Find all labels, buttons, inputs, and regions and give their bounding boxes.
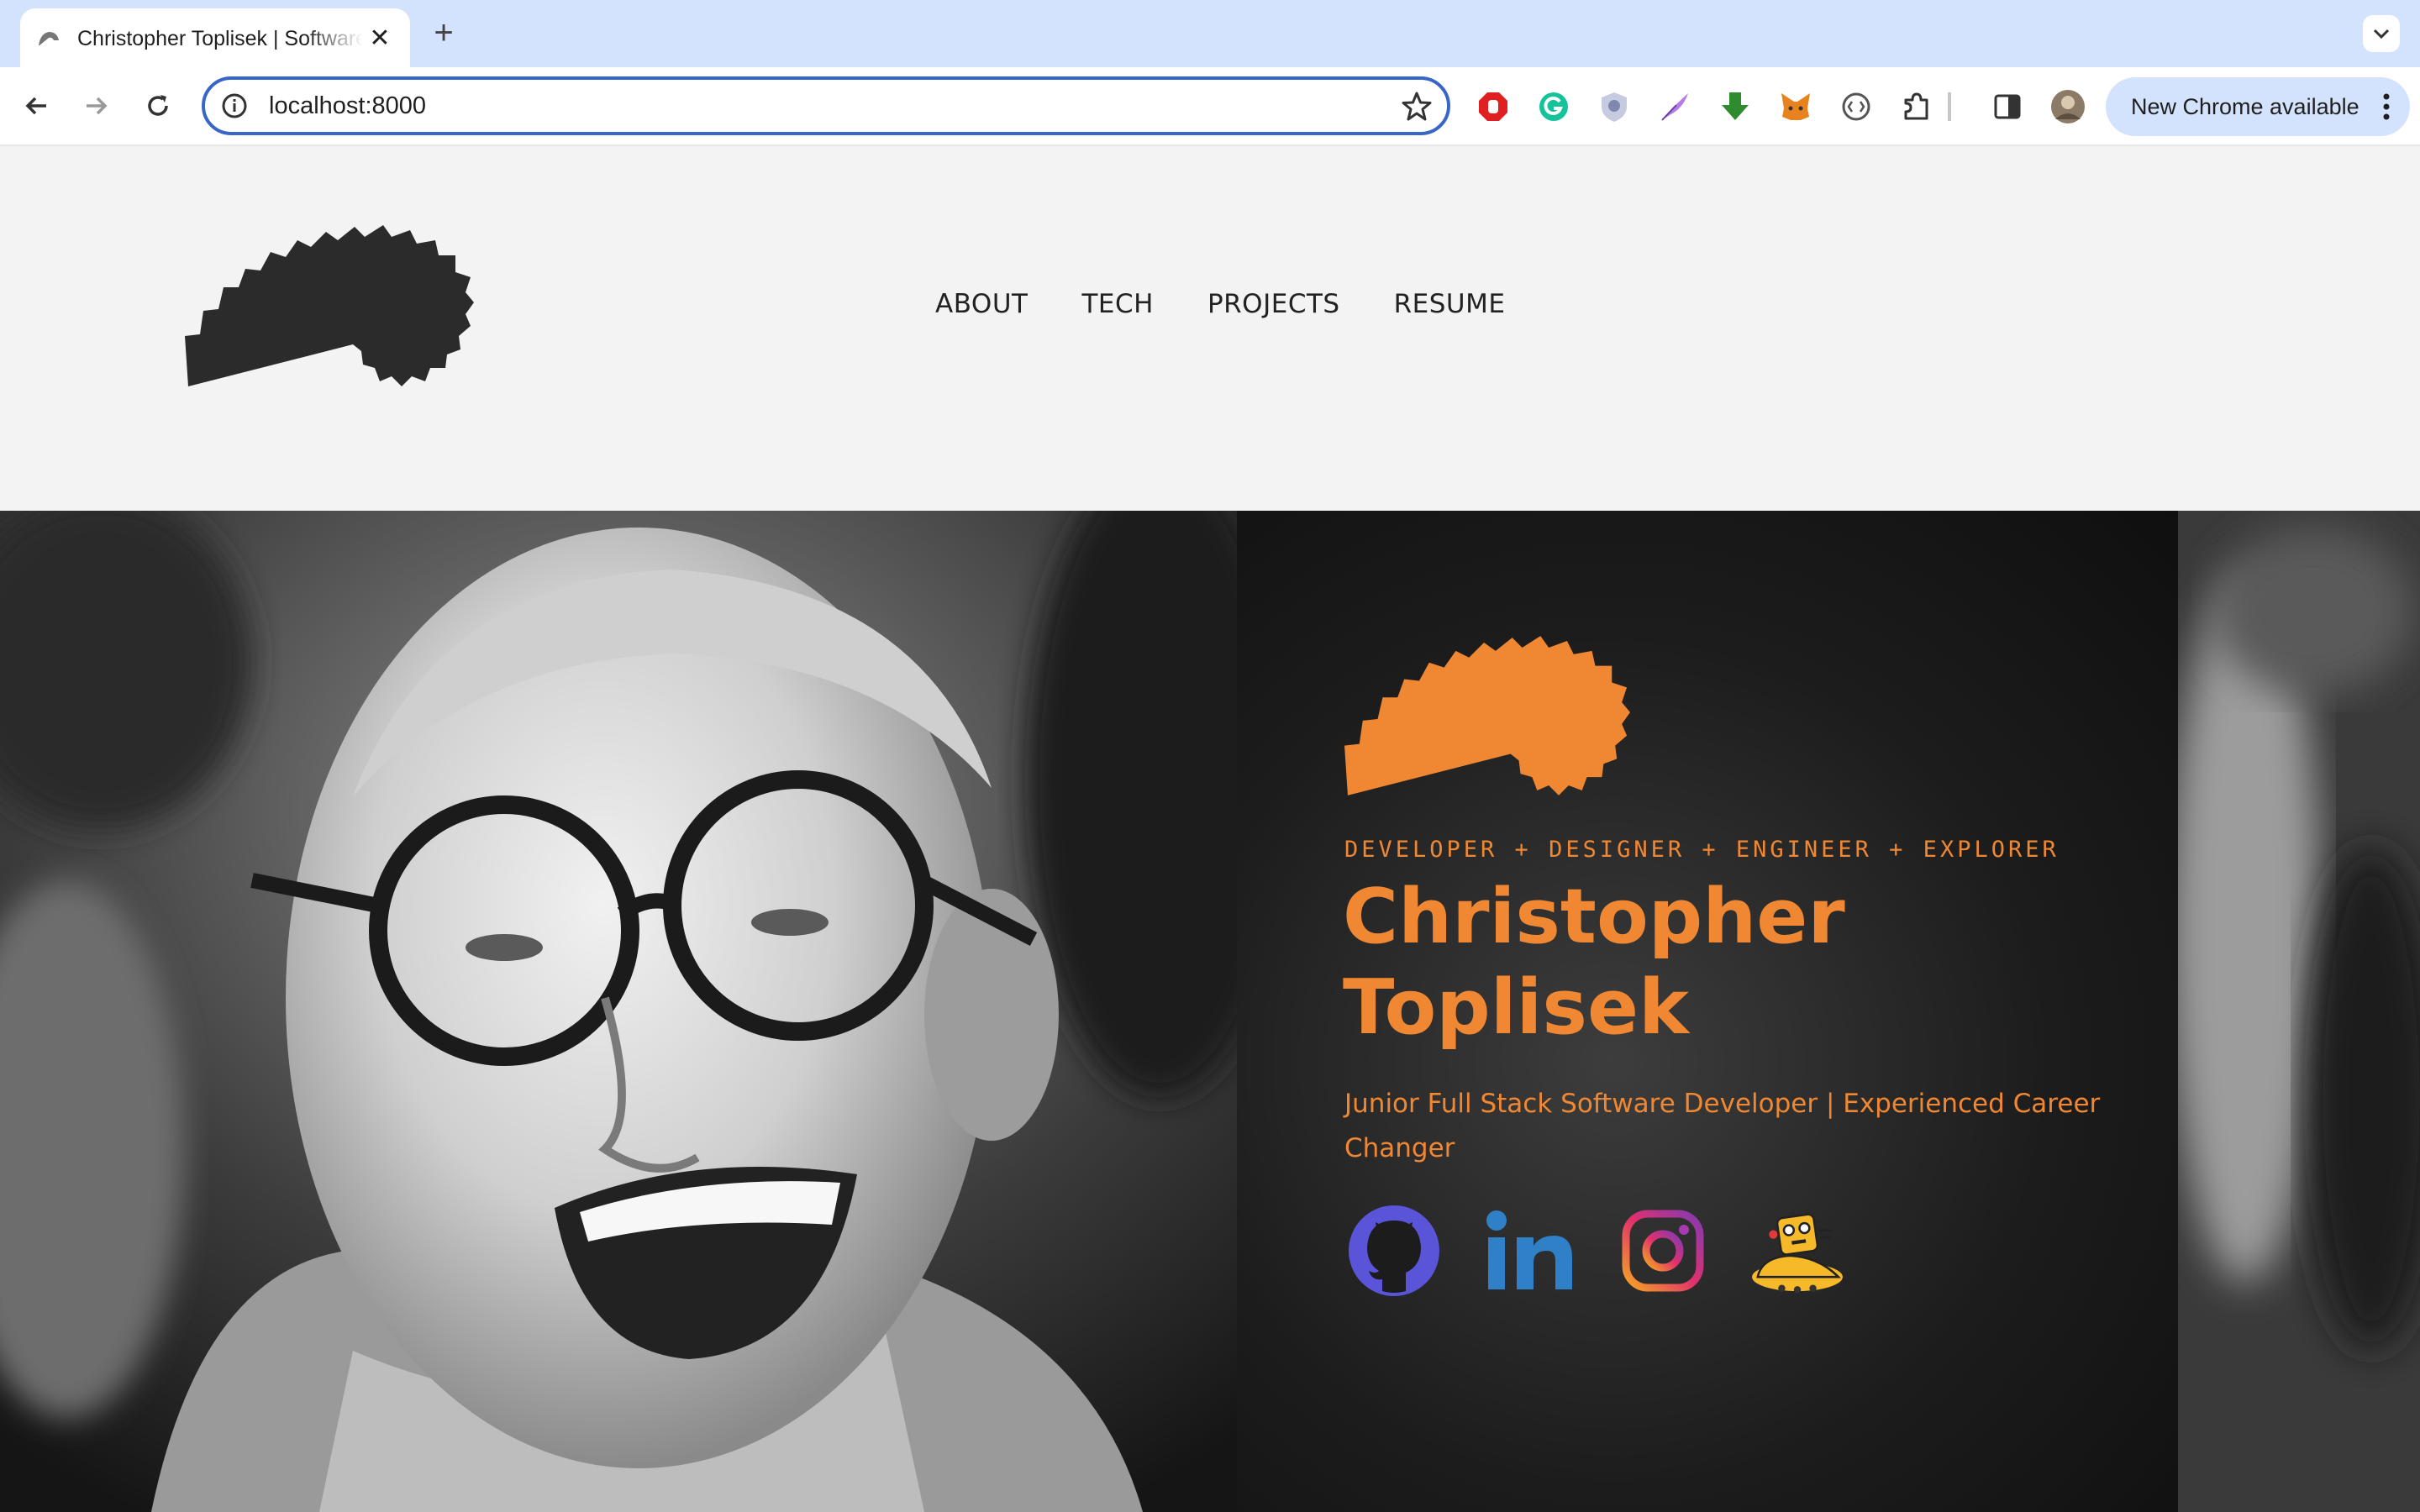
main-nav: ABOUT TECH PROJECTS RESUME <box>935 289 1505 319</box>
tab-close-icon[interactable]: ✕ <box>366 25 393 52</box>
extensions-puzzle-icon[interactable] <box>1897 87 1936 126</box>
side-panel-icon[interactable] <box>1988 87 2027 126</box>
hero-first-name: Christopher <box>1343 873 1845 961</box>
privacy-badger-icon[interactable] <box>1595 87 1634 126</box>
web-page: ABOUT TECH PROJECTS RESUME DEVELOPER + D… <box>0 146 2420 1512</box>
portrait-photo-blurred-edge <box>2178 511 2420 1512</box>
site-logo-nautilus-icon[interactable] <box>185 210 474 400</box>
linkedin-icon[interactable] <box>1479 1201 1578 1300</box>
new-tab-button[interactable]: + <box>427 16 460 50</box>
tab-search-icon[interactable] <box>2363 15 2400 52</box>
hero-logo-nautilus-icon <box>1344 636 1630 795</box>
social-links <box>1344 1201 1847 1300</box>
hero-tagline: DEVELOPER + DESIGNER + ENGINEER + EXPLOR… <box>1344 837 2060 863</box>
nav-resume-link[interactable]: RESUME <box>1394 289 1506 319</box>
quill-icon[interactable] <box>1655 87 1694 126</box>
toolbar-divider <box>1948 92 1951 121</box>
site-favicon-icon <box>39 32 59 45</box>
portrait-photo <box>0 511 1237 1512</box>
reload-icon[interactable] <box>138 86 178 126</box>
instagram-icon[interactable] <box>1613 1201 1712 1300</box>
hero-section: DEVELOPER + DESIGNER + ENGINEER + EXPLOR… <box>0 511 2420 1512</box>
nav-about-link[interactable]: ABOUT <box>935 289 1028 319</box>
chrome-update-button[interactable]: New Chrome available <box>2106 77 2410 136</box>
kebab-menu-icon[interactable] <box>2378 90 2395 123</box>
grammarly-icon[interactable] <box>1534 87 1573 126</box>
browser-tab[interactable]: Christopher Toplisek | Software Develope… <box>20 8 410 69</box>
browser-tab-strip: Christopher Toplisek | Software Develope… <box>0 0 2420 69</box>
hero-card: DEVELOPER + DESIGNER + ENGINEER + EXPLOR… <box>1237 511 2178 1512</box>
devtools-icon[interactable] <box>1837 87 1876 126</box>
chrome-update-label: New Chrome available <box>2131 93 2360 119</box>
profile-avatar[interactable] <box>2049 87 2087 126</box>
nav-projects-link[interactable]: PROJECTS <box>1207 289 1340 319</box>
site-info-icon[interactable] <box>220 92 249 120</box>
address-bar[interactable]: localhost:8000 <box>202 76 1450 135</box>
tab-title: Christopher Toplisek | Software Develope… <box>77 26 363 50</box>
back-icon[interactable] <box>17 86 57 126</box>
robot-mascot-icon[interactable] <box>1748 1201 1847 1300</box>
adblock-icon[interactable] <box>1474 87 1512 126</box>
bookmark-star-icon[interactable] <box>1400 90 1434 123</box>
github-icon[interactable] <box>1344 1201 1444 1300</box>
metamask-icon[interactable] <box>1776 87 1815 126</box>
url-text[interactable]: localhost:8000 <box>269 92 426 120</box>
hero-description: Junior Full Stack Software Developer | E… <box>1344 1089 2101 1163</box>
hero-name: Christopher Toplisek <box>1343 872 2099 1053</box>
hero-last-name: Toplisek <box>1343 963 1689 1052</box>
browser-toolbar: localhost:8000 New Chrome available <box>0 67 2420 146</box>
forward-icon[interactable] <box>76 86 116 126</box>
nav-tech-link[interactable]: TECH <box>1081 289 1153 319</box>
download-icon[interactable] <box>1716 87 1754 126</box>
